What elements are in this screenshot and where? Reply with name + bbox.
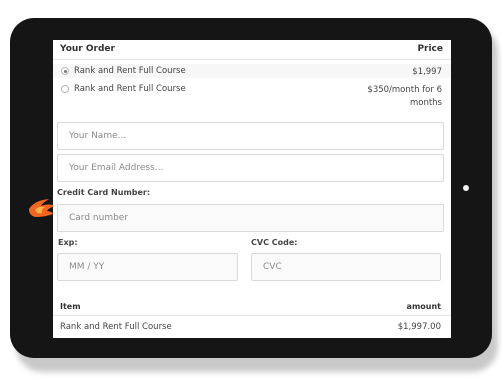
name-input[interactable]: Your Name... <box>57 122 444 150</box>
summary-header-item: Item <box>60 302 81 311</box>
summary-amount: $1,997.00 <box>397 322 441 332</box>
radio-unselected-icon[interactable] <box>61 85 69 93</box>
order-header-title: Your Order <box>60 44 115 54</box>
home-button[interactable] <box>463 185 469 191</box>
email-input[interactable]: Your Email Address... <box>57 154 444 182</box>
option-label: Rank and Rent Full Course <box>74 84 186 94</box>
summary-item: Rank and Rent Full Course <box>60 322 172 332</box>
exp-input[interactable]: MM / YY <box>57 253 238 281</box>
card-number-label: Credit Card Number: <box>57 188 151 197</box>
order-option-full-pay[interactable]: Rank and Rent Full Course $1,997 <box>53 64 451 78</box>
summary-header: Item amount <box>53 298 451 316</box>
option-price: $1,997 <box>412 67 442 77</box>
option-label: Rank and Rent Full Course <box>74 66 186 76</box>
summary-row: Rank and Rent Full Course $1,997.00 <box>53 318 451 338</box>
summary-header-amount: amount <box>406 302 441 311</box>
cvc-label: CVC Code: <box>251 238 298 247</box>
cvc-input[interactable]: CVC <box>251 253 441 281</box>
card-number-input[interactable]: Card number <box>57 204 444 232</box>
checkout-screen: Your Order Price Rank and Rent Full Cour… <box>53 40 451 338</box>
radio-selected-icon[interactable] <box>61 67 69 75</box>
option-price: $350/month for 6 months <box>367 85 442 108</box>
order-header: Your Order Price <box>53 40 451 60</box>
order-option-monthly[interactable]: Rank and Rent Full Course $350/month for… <box>53 82 451 108</box>
exp-label: Exp: <box>58 238 78 247</box>
order-header-price: Price <box>417 44 443 54</box>
